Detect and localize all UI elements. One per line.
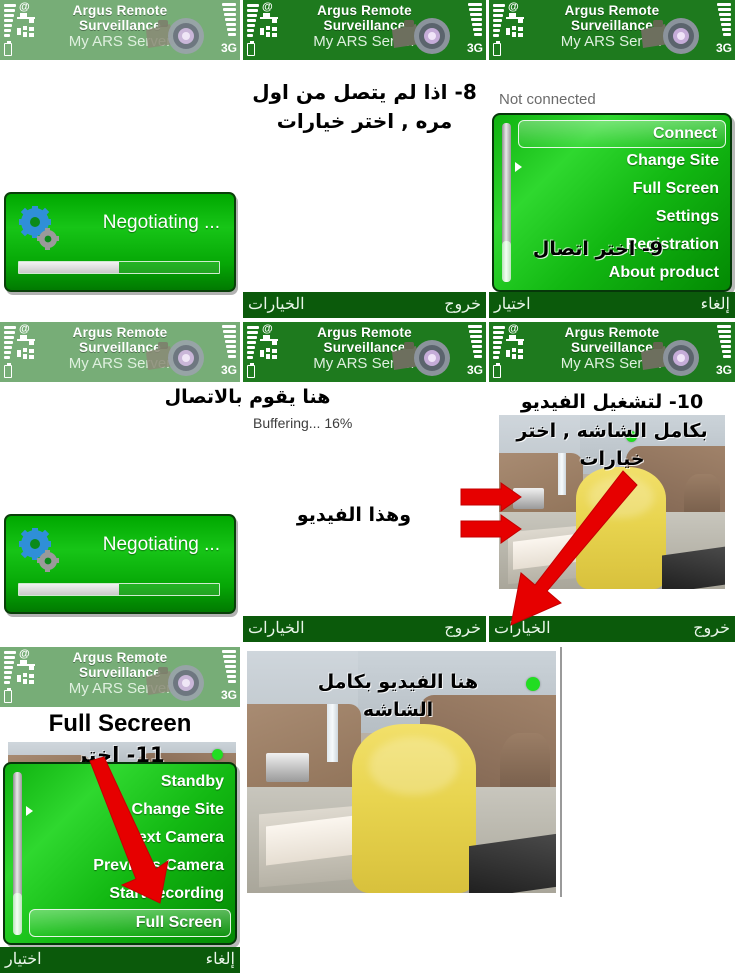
status-header: @ Argus Remote Surveillance My ARS Server xyxy=(243,322,486,382)
signal-strength-icon xyxy=(222,3,236,37)
annotation-fullscreen-video: هنا الفيديو بكامل الشاشه xyxy=(317,671,479,721)
signal-strength-icon xyxy=(717,3,731,37)
panel-fullscreen-video: هنا الفيديو بكامل الشاشه xyxy=(243,647,560,897)
camera-logo-icon xyxy=(140,661,212,705)
negotiating-dialog: Negotiating ... xyxy=(4,514,236,614)
softkey-select[interactable]: اختيار xyxy=(5,949,42,969)
panel-instruction-8: @ Argus Remote Surveillance My ARS Server xyxy=(243,0,486,318)
softkey-options[interactable]: الخيارات xyxy=(248,294,305,314)
softkey-exit[interactable]: خروج xyxy=(693,618,730,638)
status-header: @ Argus Remote Surveillance My ARS Server xyxy=(489,0,735,60)
annotation-step-10: 10- لتشغيل الفيديو بكامل الشاشه , اختر خ… xyxy=(516,391,708,470)
status-header: @ Argus Remote Surveillance My ARS Server xyxy=(0,322,240,382)
camera-logo-icon xyxy=(635,14,707,58)
softkey-bar: اختيار إلغاء xyxy=(489,292,735,318)
dialog-status-label: Negotiating ... xyxy=(102,212,220,233)
softkey-select[interactable]: اختيار xyxy=(494,294,531,314)
panel-options-menu: @ Argus Remote Surveillance My ARS Server xyxy=(489,0,735,318)
red-arrow-to-fullscreen xyxy=(84,756,174,907)
softkey-exit[interactable]: خروج xyxy=(444,618,481,638)
network-type-label: 3G xyxy=(466,363,483,377)
status-header: @ Argus Remote Surveillance My ARS Server xyxy=(0,0,240,60)
progress-bar xyxy=(18,261,220,274)
softkey-bar: الخيارات خروج xyxy=(243,292,486,318)
menu-item-settings[interactable]: Settings xyxy=(494,204,730,232)
softkey-options[interactable]: الخيارات xyxy=(248,618,305,638)
camera-logo-icon xyxy=(635,336,707,380)
network-type-label: 3G xyxy=(220,688,237,702)
network-type-label: 3G xyxy=(715,41,732,55)
softkey-cancel[interactable]: إلغاء xyxy=(701,294,730,314)
softkey-bar: اختيار إلغاء xyxy=(0,947,240,973)
softkey-cancel[interactable]: إلغاء xyxy=(206,949,235,969)
connection-status: Not connected xyxy=(499,91,596,108)
options-menu[interactable]: Connect Change Site Full Screen Settings Reg… xyxy=(492,113,732,292)
negotiating-dialog: Negotiating ... xyxy=(4,192,236,292)
panel-divider xyxy=(560,647,562,897)
softkey-bar: الخيارات خروج xyxy=(243,616,486,642)
network-type-label: 3G xyxy=(715,363,732,377)
progress-bar-fill xyxy=(19,262,119,273)
camera-logo-icon xyxy=(140,336,212,380)
signal-strength-icon xyxy=(222,325,236,359)
menu-item-full-screen[interactable]: Full Screen xyxy=(494,176,730,204)
panel-negotiating-1: @ Argus Remote Surveillance My ARS Server xyxy=(0,0,240,318)
network-type-label: 3G xyxy=(466,41,483,55)
status-header: @ Argus Remote Surveillance My ARS Server xyxy=(243,0,486,60)
panel-buffering: @ Argus Remote Surveillance My ARS Server xyxy=(243,322,486,642)
network-type-label: 3G xyxy=(220,41,237,55)
signal-strength-icon xyxy=(468,325,482,359)
menu-item-change-site[interactable]: Change Site xyxy=(494,148,730,176)
buffering-status: Buffering... 16% xyxy=(253,415,353,431)
heading-full-screen: Full Secreen xyxy=(48,710,192,737)
recording-indicator-dot xyxy=(526,677,540,691)
panel-negotiating-2: @ Argus Remote Surveillance My ARS Server xyxy=(0,322,240,642)
annotation-this-video: وهذا الفيديو xyxy=(296,504,411,526)
camera-logo-icon xyxy=(386,336,458,380)
gears-icon xyxy=(16,206,64,252)
camera-logo-icon xyxy=(386,14,458,58)
signal-strength-icon xyxy=(717,325,731,359)
annotation-connecting: هنا يقوم بالاتصال xyxy=(164,386,331,408)
annotation-step-8: 8- اذا لم يتصل من اول مره , اختر خيارات xyxy=(252,80,477,133)
progress-bar-fill xyxy=(19,584,119,595)
tutorial-screenshot: @ Argus Remote Surveillance My ARS Server xyxy=(0,0,735,973)
status-header: @ Argus Remote Surveillance My ARS Server xyxy=(489,322,735,382)
network-type-label: 3G xyxy=(220,363,237,377)
red-arrow-to-options xyxy=(495,465,645,645)
gears-icon xyxy=(16,528,64,574)
camera-logo-icon xyxy=(140,14,212,58)
annotation-step-9: 9- اختر اتصال xyxy=(532,238,663,260)
signal-strength-icon xyxy=(222,650,236,684)
progress-bar xyxy=(18,583,220,596)
menu-item-connect[interactable]: Connect xyxy=(518,120,726,148)
menu-item-about-product[interactable]: About product xyxy=(494,260,730,288)
signal-strength-icon xyxy=(468,3,482,37)
menu-item-full-screen[interactable]: Full Screen xyxy=(29,909,231,937)
status-header: @ Argus Remote Surveillance My ARS Server xyxy=(0,647,240,707)
softkey-exit[interactable]: خروج xyxy=(444,294,481,314)
dialog-status-label: Negotiating ... xyxy=(102,534,220,555)
